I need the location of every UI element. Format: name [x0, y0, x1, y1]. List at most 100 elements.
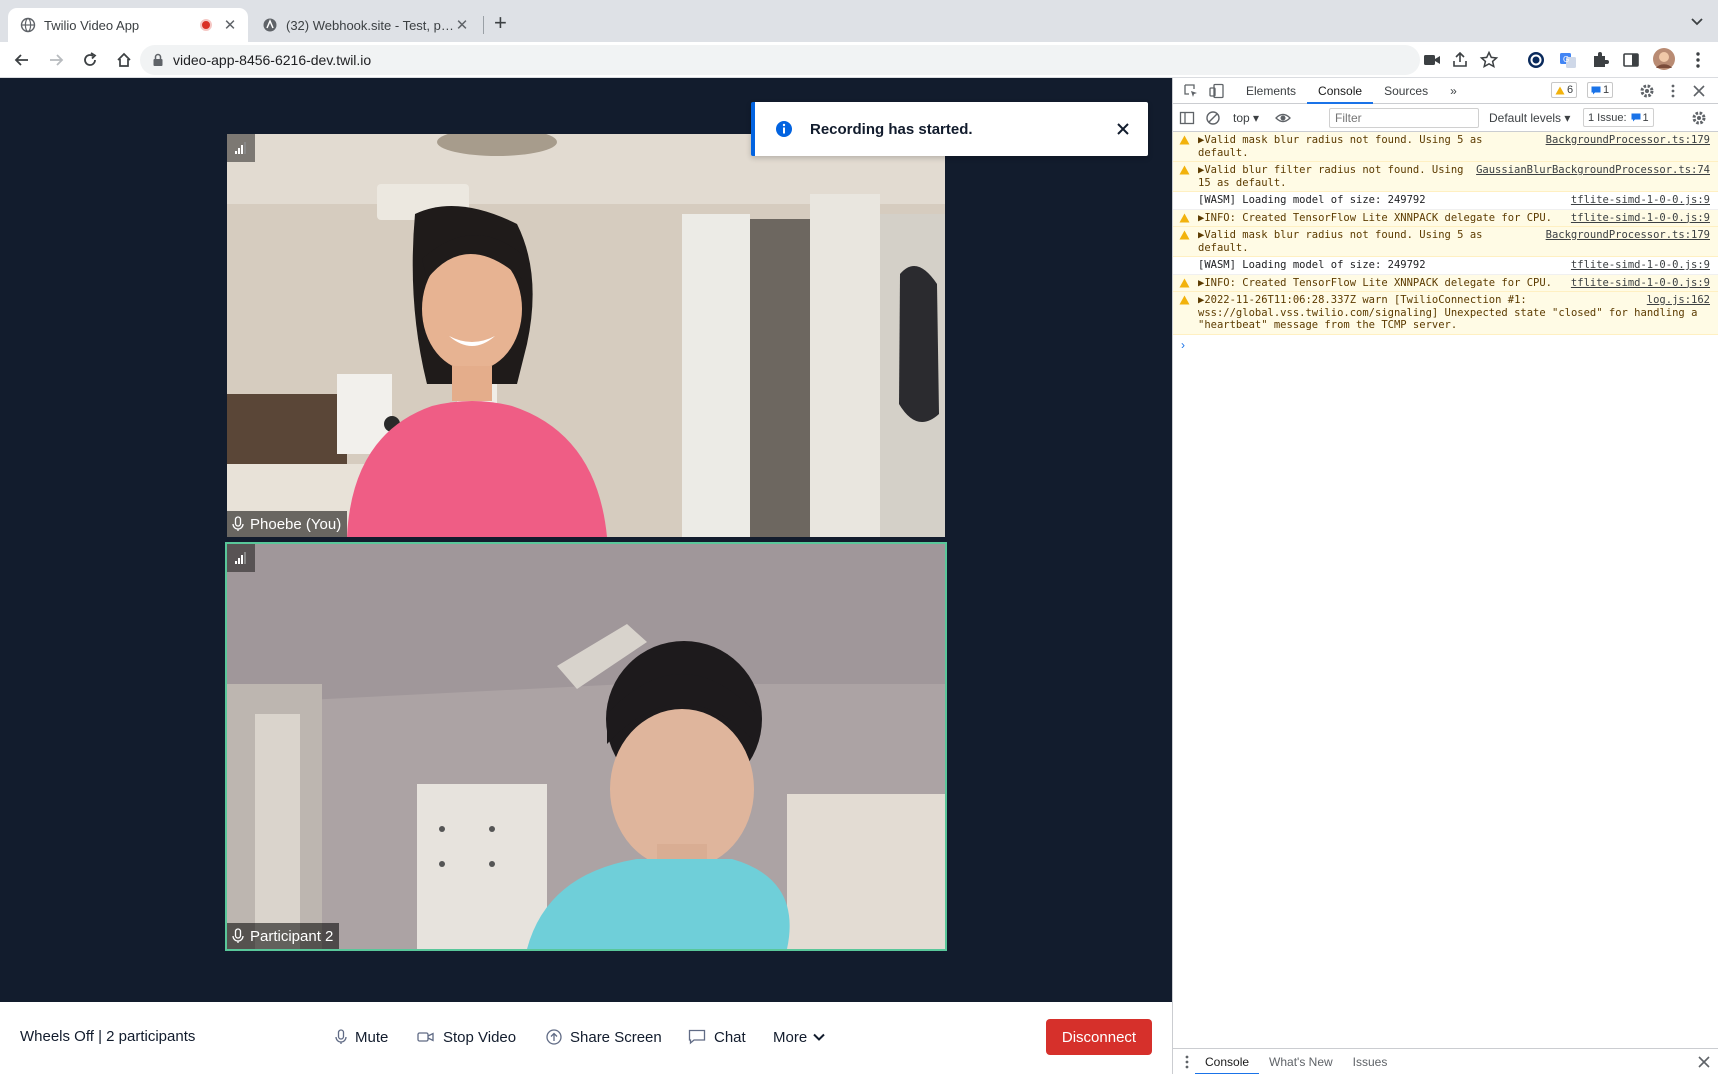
clear-console-icon[interactable] — [1205, 110, 1221, 126]
devtools-panel: Elements Console Sources » 6 1 top ▾ Def… — [1172, 78, 1718, 1074]
warnings-count: 6 — [1567, 84, 1574, 96]
live-expression-eye-icon[interactable] — [1275, 110, 1291, 126]
chat-bubble-icon — [688, 1029, 706, 1045]
url-text: video-app-8456-6216-dev.twil.io — [173, 52, 372, 68]
network-quality-icon — [227, 134, 255, 162]
message-icon — [1631, 113, 1641, 122]
back-arrow-icon[interactable] — [13, 51, 31, 69]
camera-in-use-icon[interactable] — [1422, 50, 1442, 70]
console-source-link[interactable]: tflite-simd-1-0-0.js:9 — [1571, 259, 1710, 272]
console-text: ▶Valid mask blur radius not found. Using… — [1198, 134, 1483, 159]
messages-count: 1 — [1603, 84, 1610, 96]
more-button[interactable]: More — [773, 1026, 833, 1048]
drawer-tab-console[interactable]: Console — [1195, 1049, 1260, 1074]
console-source-link[interactable]: tflite-simd-1-0-0.js:9 — [1571, 277, 1710, 290]
warning-icon — [1179, 135, 1190, 145]
tab-twilio-video-app[interactable]: Twilio Video App ✕ — [8, 8, 248, 42]
devtools-tab-elements[interactable]: Elements — [1235, 78, 1307, 104]
side-panel-icon[interactable] — [1621, 50, 1641, 70]
context-label: top — [1233, 110, 1250, 125]
participant-name: Participant 2 — [250, 927, 334, 945]
console-message[interactable]: BackgroundProcessor.ts:179 ▶Valid mask b… — [1173, 227, 1718, 257]
warning-icon — [1179, 295, 1190, 305]
devtools-tab-console[interactable]: Console — [1307, 78, 1374, 104]
chat-button[interactable]: Chat — [688, 1026, 746, 1048]
forward-arrow-icon[interactable] — [47, 51, 65, 69]
context-selector[interactable]: top ▾ — [1233, 111, 1259, 125]
recording-indicator-icon — [200, 19, 212, 31]
settings-gear-icon[interactable] — [1639, 83, 1655, 99]
console-prompt[interactable]: › — [1173, 335, 1718, 355]
disconnect-button[interactable]: Disconnect — [1046, 1019, 1152, 1055]
drawer-tab-whats-new[interactable]: What's New — [1259, 1049, 1343, 1074]
console-message[interactable]: tflite-simd-1-0-0.js:9 ▶INFO: Created Te… — [1173, 274, 1718, 292]
video-frame-bedroom — [227, 134, 945, 537]
warnings-badge[interactable]: 6 — [1551, 82, 1578, 98]
extension-onepassword-icon[interactable] — [1526, 50, 1546, 70]
reload-icon[interactable] — [81, 51, 99, 69]
webhook-icon — [263, 18, 277, 32]
console-source-link[interactable]: tflite-simd-1-0-0.js:9 — [1571, 194, 1710, 207]
console-message[interactable]: tflite-simd-1-0-0.js:9 [WASM] Loading mo… — [1173, 192, 1718, 210]
new-tab-button[interactable]: + — [494, 11, 507, 35]
close-icon[interactable] — [1116, 122, 1130, 136]
console-source-link[interactable]: BackgroundProcessor.ts:179 — [1546, 134, 1710, 147]
console-message[interactable]: tflite-simd-1-0-0.js:9 [WASM] Loading mo… — [1173, 257, 1718, 275]
participant-video-local[interactable]: Phoebe (You) — [227, 134, 945, 537]
console-source-link[interactable]: BackgroundProcessor.ts:179 — [1546, 229, 1710, 242]
issues-count: 1 — [1642, 111, 1649, 124]
tab-search-chevron-icon[interactable] — [1688, 12, 1706, 30]
participant-name-tag: Phoebe (You) — [227, 511, 348, 537]
sidebar-toggle-icon[interactable] — [1179, 110, 1195, 126]
share-screen-button[interactable]: Share Screen — [546, 1026, 662, 1048]
console-settings-gear-icon[interactable] — [1691, 110, 1707, 126]
console-message[interactable]: GaussianBlurBackgroundProcessor.ts:74 ▶V… — [1173, 162, 1718, 192]
share-icon[interactable] — [1450, 50, 1470, 70]
log-levels-dropdown[interactable]: Default levels ▾ — [1489, 111, 1570, 125]
messages-badge[interactable]: 1 — [1587, 82, 1614, 98]
close-drawer-icon[interactable] — [1697, 1055, 1711, 1069]
address-bar[interactable]: video-app-8456-6216-dev.twil.io — [140, 45, 1499, 75]
extension-translate-icon[interactable]: G — [1558, 50, 1578, 70]
issues-label: 1 Issue: — [1588, 111, 1627, 124]
chat-label: Chat — [714, 1028, 746, 1046]
home-icon[interactable] — [115, 51, 133, 69]
console-message[interactable]: tflite-simd-1-0-0.js:9 ▶INFO: Created Te… — [1173, 209, 1718, 227]
console-filter-input[interactable] — [1329, 108, 1479, 128]
stop-video-button[interactable]: Stop Video — [417, 1026, 516, 1048]
network-quality-icon — [227, 544, 255, 572]
toast-message: Recording has started. — [810, 120, 973, 138]
close-tab-icon[interactable]: ✕ — [454, 16, 470, 34]
devtools-kebab-icon[interactable] — [1665, 83, 1681, 99]
console-text: [WASM] Loading model of size: 249792 — [1198, 194, 1426, 206]
console-messages: BackgroundProcessor.ts:179 ▶Valid mask b… — [1173, 132, 1718, 355]
console-text: ▶Valid mask blur radius not found. Using… — [1198, 229, 1483, 254]
more-tabs-chevron-icon[interactable]: » — [1439, 78, 1468, 104]
console-source-link[interactable]: tflite-simd-1-0-0.js:9 — [1571, 212, 1710, 225]
close-devtools-icon[interactable] — [1691, 83, 1707, 99]
console-source-link[interactable]: log.js:162 — [1647, 294, 1710, 307]
tab-webhook-site[interactable]: (32) Webhook.site - Test, process ✕ — [250, 8, 480, 42]
inspect-element-icon[interactable] — [1183, 83, 1199, 99]
profile-avatar[interactable] — [1652, 47, 1676, 71]
browser-toolbar: video-app-8456-6216-dev.twil.io G — [0, 42, 1718, 78]
lock-icon[interactable] — [152, 53, 164, 67]
warning-icon — [1555, 86, 1565, 94]
console-message[interactable]: log.js:162 ▶2022-11-26T11:06:28.337Z war… — [1173, 292, 1718, 335]
recording-toast: Recording has started. — [751, 102, 1148, 156]
mute-button[interactable]: Mute — [335, 1026, 388, 1048]
drawer-tab-issues[interactable]: Issues — [1343, 1049, 1398, 1074]
participant-video-remote[interactable]: Participant 2 — [225, 542, 947, 951]
bookmark-star-icon[interactable] — [1479, 50, 1499, 70]
browser-menu-kebab-icon[interactable] — [1688, 50, 1708, 70]
device-toolbar-icon[interactable] — [1209, 83, 1225, 99]
console-message[interactable]: BackgroundProcessor.ts:179 ▶Valid mask b… — [1173, 132, 1718, 162]
participant-name-tag: Participant 2 — [227, 923, 340, 949]
devtools-tab-sources[interactable]: Sources — [1373, 78, 1439, 104]
extensions-puzzle-icon[interactable] — [1590, 50, 1610, 70]
tab-title: Twilio Video App — [44, 17, 140, 33]
close-tab-icon[interactable]: ✕ — [222, 16, 238, 34]
issues-button[interactable]: 1 Issue: 1 — [1583, 108, 1654, 127]
drawer-kebab-icon[interactable] — [1179, 1054, 1195, 1070]
console-source-link[interactable]: GaussianBlurBackgroundProcessor.ts:74 — [1476, 164, 1710, 177]
